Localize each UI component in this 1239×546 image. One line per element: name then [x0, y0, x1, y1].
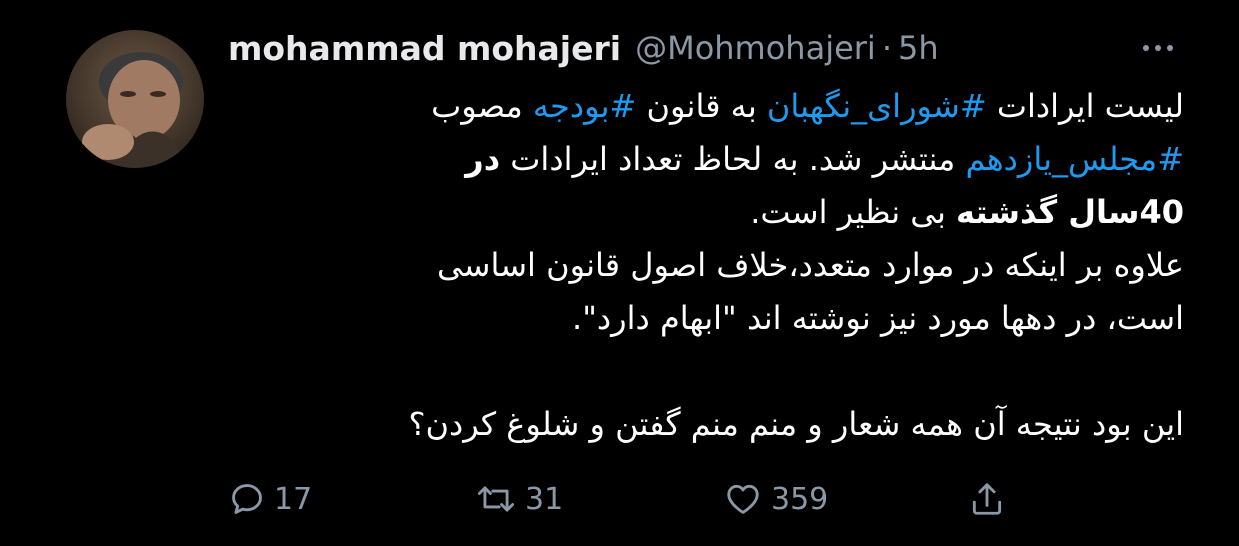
retweet-button[interactable]: 31 [475, 472, 563, 526]
tweet-line: 40سال گذشته بی نظیر است. [228, 186, 1184, 239]
timestamp[interactable]: 5h [898, 29, 939, 67]
bold-text: 40سال گذشته [956, 193, 1184, 231]
reply-button[interactable]: 17 [228, 472, 312, 526]
separator-dot: · [881, 29, 892, 67]
more-options-icon[interactable] [1133, 30, 1183, 66]
reply-count: 17 [274, 481, 313, 517]
share-button[interactable] [968, 472, 1006, 526]
avatar[interactable] [66, 30, 204, 168]
tweet-line: است، در دهها مورد نیز نوشته اند "ابهام د… [228, 292, 1184, 345]
tweet-line: این بود نتیجه آن همه شعار و منم منم گفتن… [228, 398, 1185, 451]
like-button[interactable]: 359 [723, 472, 828, 526]
tweet-line: #مجلس_یازدهم منتشر شد. به لحاظ تعداد ایر… [228, 133, 1184, 186]
avatar-image [66, 30, 204, 168]
tweet-line: لیست ایرادات #شورای_نگهبان به قانون #بود… [228, 80, 1184, 133]
tweet-text-segment: منتشر شد. به لحاظ تعداد ایرادات [500, 140, 966, 178]
tweet-text: لیست ایرادات #شورای_نگهبان به قانون #بود… [228, 80, 1185, 451]
author-name[interactable]: mohammad mohajeri [228, 29, 621, 68]
tweet-header: mohammad mohajeri @Mohmohajeri · 5h [228, 22, 1199, 74]
hashtag-link[interactable]: #بودجه [533, 87, 636, 125]
retweet-count: 31 [525, 481, 564, 517]
bold-text: در [465, 140, 501, 178]
tweet-text-segment: بی نظیر است. [750, 193, 957, 231]
hashtag-link[interactable]: #شورای_نگهبان [767, 87, 987, 125]
reply-icon [232, 484, 262, 514]
tweet-actions: 17 31 359 [228, 472, 1048, 526]
share-icon [972, 483, 1002, 515]
tweet-line: علاوه بر اینکه در موارد متعدد،خلاف اصول … [228, 239, 1184, 292]
tweet-text-segment: این بود نتیجه آن همه شعار و منم منم گفتن… [408, 405, 1185, 443]
tweet-text-segment: لیست ایرادات [986, 87, 1184, 125]
tweet-text-segment: است، در دهها مورد نیز نوشته اند "ابهام د… [572, 299, 1184, 337]
like-count: 359 [771, 481, 829, 517]
heart-icon [727, 484, 759, 514]
tweet-text-segment: به قانون [636, 87, 767, 125]
tweet-text-segment: مصوب [431, 87, 533, 125]
tweet-text-segment: علاوه بر اینکه در موارد متعدد،خلاف اصول … [436, 246, 1184, 284]
retweet-icon [477, 486, 515, 512]
hashtag-link[interactable]: #مجلس_یازدهم [965, 140, 1184, 178]
author-handle[interactable]: @Mohmohajeri [635, 29, 876, 67]
